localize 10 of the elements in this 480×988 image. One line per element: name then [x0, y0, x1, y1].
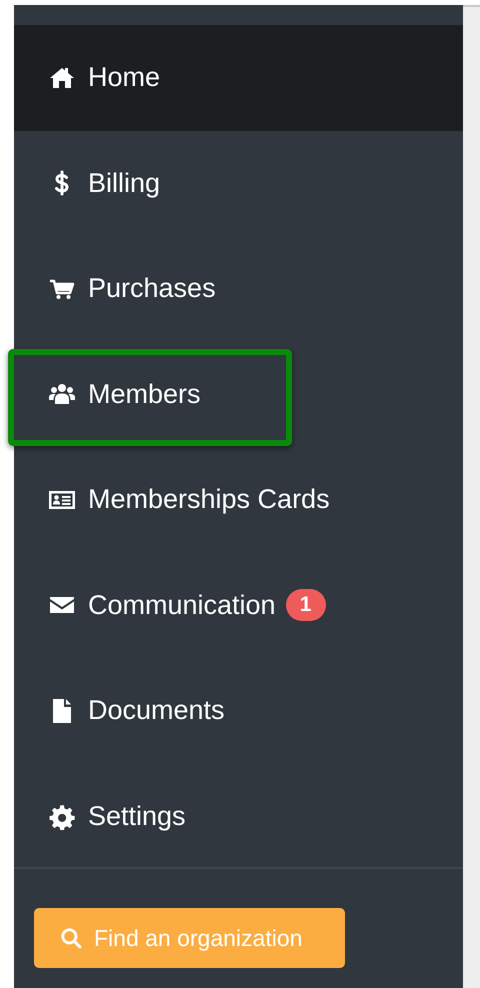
sidebar-item[interactable]: Home: [14, 25, 463, 130]
sidebar-item[interactable]: Settings: [14, 764, 463, 869]
sidebar-item[interactable]: Documents: [14, 658, 463, 764]
sidebar-item[interactable]: Billing: [14, 130, 463, 236]
search-icon: [60, 927, 82, 949]
sidebar-item[interactable]: Communication 1: [14, 552, 463, 658]
sidebar-item[interactable]: Purchases: [14, 236, 463, 342]
sidebar-item[interactable]: Members: [14, 342, 463, 447]
count-badge: 1: [286, 589, 326, 622]
sidebar-item[interactable]: Memberships Cards: [14, 447, 463, 552]
